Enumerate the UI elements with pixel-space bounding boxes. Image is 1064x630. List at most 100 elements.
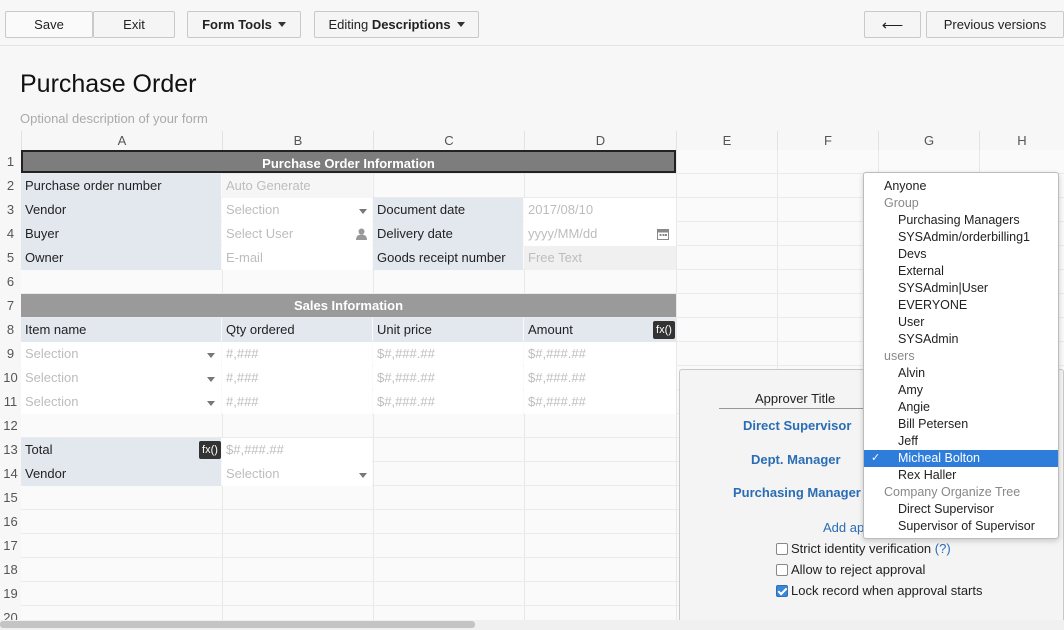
goods-receipt-field[interactable]: Free Text	[524, 246, 676, 270]
previous-versions-button[interactable]: Previous versions	[926, 11, 1064, 38]
approver-dept-manager[interactable]: Dept. Manager	[751, 452, 841, 467]
approver-purchasing-manager[interactable]: Purchasing Manager	[733, 485, 861, 500]
formula-icon[interactable]: fx()	[199, 441, 221, 459]
column-header-e[interactable]: E	[676, 131, 777, 150]
row-header[interactable]: 11	[0, 390, 21, 414]
po-number-label[interactable]: Purchase order number	[21, 174, 221, 198]
row-header[interactable]: 1	[0, 150, 21, 174]
column-header-c[interactable]: C	[373, 131, 524, 150]
qty-field[interactable]: #,###	[222, 390, 372, 414]
option-group[interactable]: EVERYONE	[864, 297, 1058, 314]
row-header[interactable]: 15	[0, 486, 21, 510]
qty-field[interactable]: #,###	[222, 342, 372, 366]
option-user[interactable]: Angie	[864, 399, 1058, 416]
total-label[interactable]: Total	[21, 438, 221, 462]
option-group[interactable]: SYSAdmin|User	[864, 280, 1058, 297]
help-icon[interactable]: (?)	[935, 541, 951, 556]
column-header-g[interactable]: G	[878, 131, 979, 150]
unit-price-field[interactable]: $#,###.##	[373, 342, 523, 366]
option-user[interactable]: Alvin	[864, 365, 1058, 382]
option-org[interactable]: Direct Supervisor	[864, 501, 1058, 518]
option-org[interactable]: Supervisor of Supervisor	[864, 518, 1058, 535]
vendor2-label[interactable]: Vendor	[21, 462, 221, 486]
vendor-select[interactable]: Selection	[222, 198, 372, 222]
formula-icon[interactable]: fx()	[653, 321, 675, 339]
column-header-f[interactable]: F	[777, 131, 878, 150]
item-name-header[interactable]: Item name	[21, 318, 221, 342]
back-button[interactable]: ⟵	[864, 11, 921, 38]
amount-field[interactable]: $#,###.##	[524, 390, 676, 414]
buyer-user-select[interactable]: Select User	[222, 222, 372, 246]
unit-price-field[interactable]: $#,###.##	[373, 390, 523, 414]
row-header[interactable]: 14	[0, 462, 21, 486]
po-number-field[interactable]: Auto Generate	[222, 174, 372, 198]
allow-reject-checkbox[interactable]	[776, 564, 788, 576]
editing-mode-button[interactable]: Editing Descriptions	[314, 11, 479, 38]
option-group[interactable]: Purchasing Managers	[864, 212, 1058, 229]
item-select[interactable]: Selection	[21, 390, 221, 414]
save-button[interactable]: Save	[5, 11, 93, 38]
option-user[interactable]: Jeff	[864, 433, 1058, 450]
row-header[interactable]: 18	[0, 558, 21, 582]
unit-price-field[interactable]: $#,###.##	[373, 366, 523, 390]
document-date-label[interactable]: Document date	[373, 198, 523, 222]
option-user[interactable]: Rex Haller	[864, 467, 1058, 484]
form-tools-button[interactable]: Form Tools	[187, 11, 301, 38]
item-select[interactable]: Selection	[21, 342, 221, 366]
option-group[interactable]: SYSAdmin	[864, 331, 1058, 348]
row-header[interactable]: 6	[0, 270, 21, 294]
total-field[interactable]: $#,###.##	[222, 438, 372, 462]
column-header-b[interactable]: B	[222, 131, 373, 150]
column-header-d[interactable]: D	[524, 131, 676, 150]
buyer-label[interactable]: Buyer	[21, 222, 221, 246]
option-anyone[interactable]: Anyone	[864, 178, 1058, 195]
form-title[interactable]: Purchase Order	[20, 70, 196, 99]
row-header[interactable]: 12	[0, 414, 21, 438]
section-header-sales[interactable]: Sales Information	[21, 294, 676, 317]
row-header[interactable]: 7	[0, 294, 21, 318]
approver-direct-supervisor[interactable]: Direct Supervisor	[743, 418, 851, 433]
owner-email-field[interactable]: E-mail	[222, 246, 372, 270]
row-header[interactable]: 20	[0, 606, 21, 620]
goods-receipt-label[interactable]: Goods receipt number	[373, 246, 523, 270]
scrollbar-thumb[interactable]	[0, 621, 475, 628]
exit-button[interactable]: Exit	[93, 11, 175, 38]
option-user[interactable]: Bill Petersen	[864, 416, 1058, 433]
delivery-date-field[interactable]: yyyy/MM/dd	[524, 222, 676, 246]
amount-field[interactable]: $#,###.##	[524, 366, 676, 390]
row-header[interactable]: 5	[0, 246, 21, 270]
row-header[interactable]: 17	[0, 534, 21, 558]
section-header-purchase-order[interactable]: Purchase Order Information	[21, 150, 676, 173]
row-header[interactable]: 8	[0, 318, 21, 342]
option-group[interactable]: SYSAdmin/orderbilling1	[864, 229, 1058, 246]
option-group[interactable]: User	[864, 314, 1058, 331]
unit-price-header[interactable]: Unit price	[373, 318, 523, 342]
option-user[interactable]: Amy	[864, 382, 1058, 399]
row-header[interactable]: 19	[0, 582, 21, 606]
vendor-label[interactable]: Vendor	[21, 198, 221, 222]
amount-field[interactable]: $#,###.##	[524, 342, 676, 366]
form-description[interactable]: Optional description of your form	[20, 111, 208, 126]
lock-record-checkbox[interactable]	[776, 585, 788, 597]
strict-identity-checkbox[interactable]	[776, 543, 788, 555]
row-header[interactable]: 10	[0, 366, 21, 390]
option-group[interactable]: Devs	[864, 246, 1058, 263]
row-header[interactable]: 3	[0, 198, 21, 222]
row-header[interactable]: 13	[0, 438, 21, 462]
calendar-icon[interactable]	[657, 228, 669, 240]
qty-ordered-header[interactable]: Qty ordered	[222, 318, 372, 342]
column-header-a[interactable]: A	[21, 131, 222, 150]
row-header[interactable]: 2	[0, 174, 21, 198]
delivery-date-label[interactable]: Delivery date	[373, 222, 523, 246]
qty-field[interactable]: #,###	[222, 366, 372, 390]
row-header[interactable]: 9	[0, 342, 21, 366]
vendor2-select[interactable]: Selection	[222, 462, 372, 486]
owner-label[interactable]: Owner	[21, 246, 221, 270]
document-date-field[interactable]: 2017/08/10	[524, 198, 676, 222]
row-header[interactable]: 16	[0, 510, 21, 534]
column-header-h[interactable]: H	[979, 131, 1064, 150]
add-approver-link[interactable]: Add ap	[823, 520, 864, 535]
row-header[interactable]: 4	[0, 222, 21, 246]
item-select[interactable]: Selection	[21, 366, 221, 390]
option-group[interactable]: External	[864, 263, 1058, 280]
